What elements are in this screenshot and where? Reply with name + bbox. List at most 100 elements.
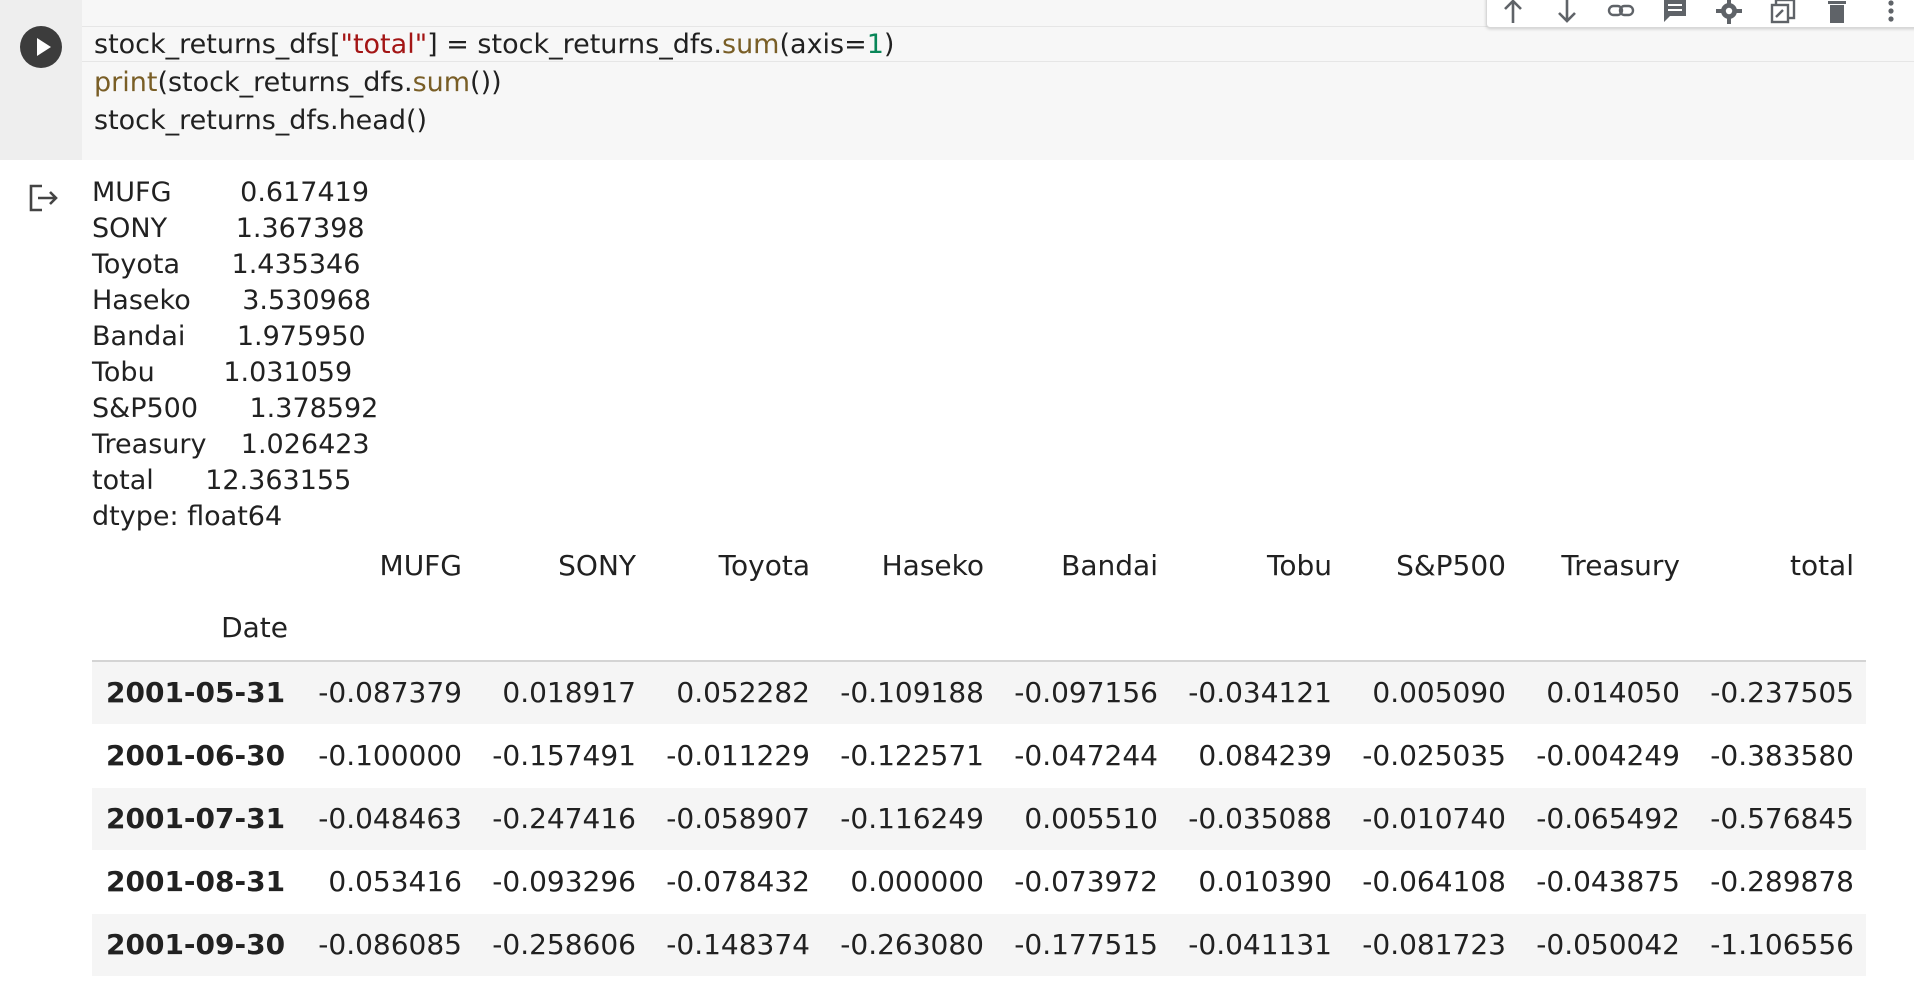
row-index-label: 2001-07-31 [106, 802, 286, 835]
code-token: ) [883, 29, 895, 60]
column-header: Tobu [1267, 549, 1332, 582]
table-row: 2001-07-31 -0.048463 -0.247416 -0.058907 -0.… [92, 788, 1866, 850]
more-actions-button[interactable] [1877, 0, 1905, 25]
stdout-line: dtype: float64 [92, 501, 283, 532]
column-header: Bandai [1061, 549, 1158, 582]
table-cell: -0.576845 [1710, 802, 1854, 835]
table-cell: -0.073972 [1014, 865, 1158, 898]
table-cell: -0.004249 [1536, 739, 1680, 772]
table-cell: -0.043875 [1536, 865, 1680, 898]
table-cell: -1.106556 [1710, 928, 1854, 961]
stdout-line: Bandai 1.975950 [92, 321, 366, 352]
table-cell: -0.247416 [492, 802, 636, 835]
table-cell: -0.258606 [492, 928, 636, 961]
move-cell-down-button[interactable] [1553, 0, 1581, 25]
table-cell: 0.005510 [1024, 802, 1158, 835]
table-cell: -0.025035 [1362, 739, 1506, 772]
code-token: ] = stock_returns_dfs. [427, 29, 722, 60]
stdout-line: Haseko 3.530968 [92, 285, 372, 316]
table-cell: -0.064108 [1362, 865, 1506, 898]
mirror-cell-button[interactable] [1769, 0, 1797, 25]
table-cell: -0.081723 [1362, 928, 1506, 961]
table-cell: -0.048463 [318, 802, 462, 835]
column-header: MUFG [379, 549, 462, 582]
cell-settings-button[interactable] [1715, 0, 1743, 25]
table-cell: -0.041131 [1188, 928, 1332, 961]
delete-cell-button[interactable] [1823, 0, 1851, 25]
table-cell: -0.148374 [666, 928, 810, 961]
output-menu-button[interactable] [28, 183, 60, 213]
stdout-line: Toyota 1.435346 [92, 249, 361, 280]
table-cell: -0.086085 [318, 928, 462, 961]
table-cell: 0.000000 [850, 865, 984, 898]
table-cell: -0.109188 [840, 676, 984, 709]
code-token: stock_returns_dfs[ [94, 29, 341, 60]
stdout-line: S&P500 1.378592 [92, 393, 379, 424]
table-cell: 0.053416 [328, 865, 462, 898]
table-cell: -0.157491 [492, 739, 636, 772]
table-row: 2001-09-30 -0.086085 -0.258606 -0.148374 -0.… [92, 914, 1866, 976]
table-cell: 0.018917 [502, 676, 636, 709]
index-name-label: Date [221, 611, 288, 644]
table-cell: -0.078432 [666, 865, 810, 898]
code-token: print [94, 67, 158, 98]
table-cell: -0.122571 [840, 739, 984, 772]
column-header: Treasury [1561, 549, 1680, 582]
table-cell: -0.058907 [666, 802, 810, 835]
code-cell[interactable]: stock_returns_dfs["total"] = stock_retur… [0, 0, 1914, 160]
mirror-cell-icon [1770, 0, 1796, 24]
column-header: S&P500 [1396, 549, 1506, 582]
code-token: (stock_returns_dfs. [157, 67, 413, 98]
code-token: sum [412, 67, 471, 98]
stdout-line: Tobu 1.031059 [92, 357, 353, 388]
delete-icon [1828, 1, 1846, 23]
table-cell: -0.034121 [1188, 676, 1332, 709]
gear-icon [1716, 0, 1742, 24]
link-icon [1607, 4, 1635, 17]
comment-icon [1664, 0, 1686, 22]
table-cell: -0.116249 [840, 802, 984, 835]
table-cell: 0.005090 [1372, 676, 1506, 709]
stdout-line: Treasury 1.026423 [92, 429, 370, 460]
code-token: 1 [866, 29, 884, 60]
cell-toolbar [1486, 0, 1914, 28]
table-cell: -0.100000 [318, 739, 462, 772]
column-header: total [1789, 549, 1854, 582]
table-row: 2001-06-30 -0.100000 -0.157491 -0.011229 -0.… [92, 725, 1866, 787]
code-line-3: stock_returns_dfs.head() [94, 102, 427, 140]
link-to-cell-button[interactable] [1607, 0, 1635, 25]
table-cell: -0.289878 [1710, 865, 1854, 898]
table-cell: -0.263080 [840, 928, 984, 961]
table-cell: -0.065492 [1536, 802, 1680, 835]
table-cell: 0.052282 [676, 676, 810, 709]
stdout-line: total 12.363155 [92, 465, 352, 496]
row-index-label: 2001-09-30 [106, 928, 286, 961]
table-cell: -0.383580 [1710, 739, 1854, 772]
table-cell: -0.011229 [666, 739, 810, 772]
output-redirect-icon [29, 184, 58, 212]
row-index-label: 2001-06-30 [106, 739, 286, 772]
arrow-down-icon [1558, 0, 1576, 23]
stdout-line: MUFG 0.617419 [92, 177, 370, 208]
run-cell-button[interactable] [20, 26, 62, 68]
row-index-label: 2001-05-31 [106, 676, 286, 709]
code-line-1: stock_returns_dfs["total"] = stock_retur… [94, 26, 894, 64]
cell-gutter [0, 0, 82, 160]
table-cell: 0.084239 [1198, 739, 1332, 772]
code-token: "total" [340, 29, 428, 60]
add-comment-button[interactable] [1661, 0, 1689, 25]
table-cell: -0.050042 [1536, 928, 1680, 961]
table-row: 2001-05-31 -0.087379 0.018917 0.052282 -0.10… [92, 662, 1866, 724]
column-header: SONY [558, 549, 636, 582]
table-index-name-row: Date [92, 598, 1866, 658]
move-cell-up-button[interactable] [1499, 0, 1527, 25]
code-token: sum [722, 29, 780, 60]
column-header: Toyota [718, 549, 810, 582]
table-cell: -0.087379 [318, 676, 462, 709]
code-token: (axis= [779, 29, 867, 60]
code-token: ()) [470, 67, 502, 98]
more-vert-icon [1888, 0, 1894, 22]
table-cell: -0.177515 [1014, 928, 1158, 961]
table-cell: -0.047244 [1014, 739, 1158, 772]
table-cell: 0.014050 [1546, 676, 1680, 709]
